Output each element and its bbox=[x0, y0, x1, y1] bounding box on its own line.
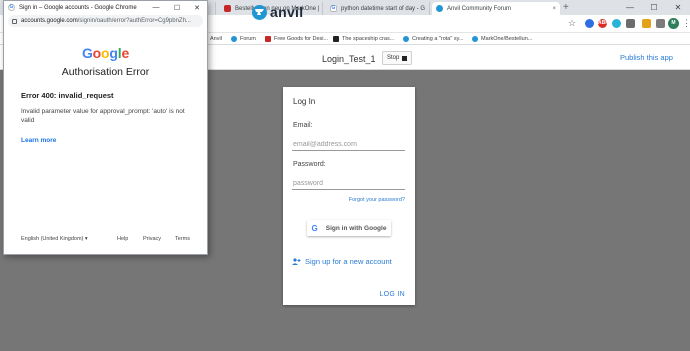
tab-partial[interactable]: × bbox=[207, 2, 216, 15]
error-code: Error 400: invalid_request bbox=[21, 91, 114, 100]
popup-window-title: Sign in – Google accounts - Google Chrom… bbox=[19, 4, 137, 11]
site-favicon-icon bbox=[265, 36, 271, 42]
learn-more-link[interactable]: Learn more bbox=[21, 137, 56, 144]
bookmark-label: Creating a "rota" sy... bbox=[412, 36, 464, 42]
close-icon[interactable]: × bbox=[548, 6, 556, 12]
google-button-label: Sign in with Google bbox=[325, 224, 387, 232]
email-input[interactable] bbox=[292, 139, 405, 151]
anvil-wordmark: anvil bbox=[270, 4, 304, 20]
anvil-logo: anvil bbox=[252, 4, 303, 20]
anvil-logo-icon bbox=[252, 4, 267, 20]
maximize-icon[interactable]: ☐ bbox=[167, 1, 187, 14]
google-favicon-icon: G bbox=[330, 5, 337, 12]
bookmark-label: Anvil bbox=[210, 36, 222, 42]
close-window-icon[interactable]: ✕ bbox=[187, 1, 207, 14]
bookmark-label: MarkOne/Bestellun... bbox=[481, 36, 533, 42]
maximize-icon[interactable]: ☐ bbox=[642, 0, 666, 15]
close-icon[interactable]: × bbox=[211, 6, 215, 12]
close-window-icon[interactable]: ✕ bbox=[666, 0, 690, 15]
anvil-favicon-icon bbox=[403, 36, 409, 42]
url-path: /signin/oauth/error?authError=Cg9pbnZh..… bbox=[77, 18, 191, 24]
password-label: Password: bbox=[293, 161, 326, 168]
google-signin-popup: G Sign in – Google accounts - Google Chr… bbox=[3, 0, 208, 255]
extension-5-icon[interactable] bbox=[642, 19, 651, 28]
menu-kebab-icon[interactable]: ⋮ bbox=[682, 18, 690, 29]
adblock-icon[interactable]: ABP bbox=[598, 19, 609, 28]
window-controls: — ☐ ✕ bbox=[618, 0, 690, 15]
forgot-password-link[interactable]: Forgot your password? bbox=[349, 197, 405, 203]
new-tab-button[interactable]: + bbox=[563, 2, 569, 14]
bookmark-rota[interactable]: Creating a "rota" sy... bbox=[403, 34, 464, 44]
bookmark-label: The spaceship cras... bbox=[342, 36, 395, 42]
language-label: English (United Kingdom) bbox=[21, 236, 84, 242]
google-logo: Google bbox=[81, 45, 130, 61]
google-g-icon: G bbox=[311, 223, 318, 233]
bookmark-label: Free Goods for Desi... bbox=[274, 36, 329, 42]
auth-error-heading: Authorisation Error bbox=[61, 66, 150, 78]
help-link[interactable]: Help bbox=[117, 236, 128, 242]
site-favicon-icon bbox=[333, 36, 339, 42]
email-label: Email: bbox=[293, 122, 313, 129]
bookmark-star-icon[interactable]: ☆ bbox=[568, 18, 576, 29]
extension-6-icon[interactable] bbox=[656, 19, 665, 28]
password-input[interactable] bbox=[292, 178, 405, 190]
tab-label: python datetime start of day - G bbox=[341, 5, 426, 12]
bookmark-anvil[interactable]: Anvil bbox=[210, 34, 222, 44]
bookmark-free-goods[interactable]: Free Goods for Desi... bbox=[265, 34, 328, 44]
app-title: Login_Test_1 bbox=[322, 54, 376, 64]
google-sign-in-button[interactable]: G Sign in with Google bbox=[307, 220, 391, 236]
extension-4-icon[interactable] bbox=[626, 19, 635, 28]
google-favicon-icon: G bbox=[8, 4, 15, 11]
bookmark-forum[interactable]: Forum bbox=[231, 34, 256, 44]
tab-python-datetime[interactable]: G python datetime start of day - G × bbox=[326, 2, 430, 15]
stop-button[interactable]: Stop bbox=[382, 51, 413, 65]
login-dialog: Log In Email: Password: Forgot your pass… bbox=[283, 87, 415, 305]
publish-app-link[interactable]: Publish this app bbox=[620, 53, 673, 62]
close-icon[interactable]: × bbox=[425, 6, 429, 12]
language-selector[interactable]: English (United Kingdom) ▾ bbox=[21, 236, 88, 242]
bookmark-label: Forum bbox=[240, 36, 256, 42]
extension-3-icon[interactable] bbox=[612, 19, 621, 28]
login-button[interactable]: LOG IN bbox=[379, 291, 405, 298]
login-title: Log In bbox=[293, 97, 316, 106]
anvil-favicon-icon bbox=[436, 5, 443, 12]
anvil-favicon-icon bbox=[231, 36, 237, 42]
url-host: accounts.google.com bbox=[21, 18, 78, 24]
add-user-icon bbox=[292, 258, 301, 265]
minimize-icon[interactable]: — bbox=[618, 0, 642, 15]
signup-label: Sign up for a new account bbox=[305, 257, 392, 266]
caret-down-icon: ▾ bbox=[84, 236, 88, 242]
extension-1-icon[interactable] bbox=[585, 19, 594, 28]
bookmark-markone[interactable]: MarkOne/Bestellun... bbox=[472, 34, 532, 44]
error-message: Invalid parameter value for approval_pro… bbox=[21, 108, 185, 124]
tab-label: Anvil Community Forum bbox=[447, 5, 512, 12]
signup-link[interactable]: Sign up for a new account bbox=[292, 257, 392, 266]
anvil-favicon-icon bbox=[472, 36, 478, 42]
privacy-link[interactable]: Privacy bbox=[143, 236, 161, 242]
popup-address-bar[interactable]: accounts.google.com /signin/oauth/error?… bbox=[8, 15, 203, 27]
terms-link[interactable]: Terms bbox=[175, 236, 190, 242]
bookmark-spaceship[interactable]: The spaceship cras... bbox=[333, 34, 394, 44]
tab-anvil-forum[interactable]: Anvil Community Forum × bbox=[432, 2, 560, 15]
lock-icon bbox=[12, 18, 17, 24]
close-icon[interactable]: × bbox=[319, 6, 322, 12]
minimize-icon[interactable]: — bbox=[146, 1, 166, 14]
stop-label: Stop bbox=[387, 55, 400, 61]
stop-square-icon bbox=[402, 55, 408, 61]
profile-avatar[interactable]: M bbox=[668, 18, 679, 29]
markone-favicon-icon bbox=[224, 5, 231, 12]
